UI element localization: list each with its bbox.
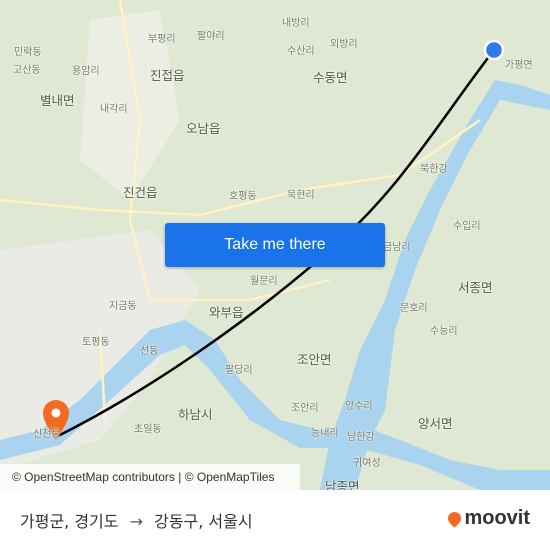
map-place-label: 초일동: [134, 424, 162, 435]
map-place-label: 외방리: [330, 39, 358, 50]
arrow-right-icon: →: [129, 512, 143, 531]
map-place-label: 와부읍: [209, 305, 244, 320]
map-place-label: 민락동: [14, 47, 42, 58]
map-place-label: 진접읍: [150, 68, 185, 83]
map-place-label: 능내리: [311, 428, 339, 439]
map-place-label: 팔당리: [225, 365, 253, 376]
map-place-label: 귀여성: [353, 458, 381, 469]
route-title: 가평군, 경기도 → 강동구, 서울시: [20, 508, 253, 532]
map-place-label: 수동면: [313, 70, 348, 85]
map-place-label: 내각리: [100, 104, 128, 115]
origin-name: 가평군, 경기도: [20, 512, 119, 531]
map-place-label: 양서면: [418, 416, 453, 431]
map-place-label: 별내면: [40, 93, 75, 108]
map-place-label: 수산리: [287, 46, 315, 57]
map-place-label: 용암리: [72, 66, 100, 77]
map-place-label: 서종면: [458, 280, 493, 295]
map-place-label: 조안리: [291, 403, 319, 414]
map-place-label: 팔야리: [197, 31, 225, 42]
map-place-label: 지금동: [109, 301, 137, 312]
map-place-label: 진건읍: [123, 185, 158, 200]
origin-marker: [483, 39, 505, 61]
map-place-label: 오남읍: [186, 121, 221, 136]
take-me-there-button[interactable]: Take me there: [165, 223, 385, 267]
map-place-label: 묵현리: [287, 190, 315, 201]
map-place-label: 월문리: [250, 276, 278, 287]
map[interactable]: 내방리외방리 팔야리 부평리수산리 민락동고산동 용암리 진접읍 수동면별내면내각리오남읍진…: [0, 0, 550, 490]
moovit-pin-icon: [445, 509, 465, 528]
map-place-label: 남한강: [347, 432, 375, 443]
map-place-label: 북한강: [420, 164, 448, 175]
map-place-label: 가평면: [505, 60, 533, 71]
map-attribution[interactable]: © OpenStreetMap contributors | © OpenMap…: [0, 464, 300, 490]
map-place-label: 양수리: [345, 401, 373, 412]
map-place-label: 하남시: [178, 407, 213, 422]
map-place-label: 선동: [140, 346, 159, 357]
moovit-logo[interactable]: moovit: [445, 507, 530, 530]
map-place-label: 내방리: [282, 18, 310, 29]
destination-name: 강동구, 서울시: [154, 512, 253, 531]
footer: 가평군, 경기도 → 강동구, 서울시 moovit: [0, 490, 550, 550]
map-place-label: 수입리: [453, 221, 481, 232]
map-place-label: 문호리: [400, 303, 428, 314]
map-place-label: 부평리: [148, 34, 176, 45]
map-place-label: 고산동: [13, 65, 41, 76]
map-place-label: 신천동: [33, 429, 61, 440]
map-place-label: 수능리: [430, 326, 458, 337]
map-place-label: 조안면: [297, 352, 332, 367]
map-place-label: 호평동: [229, 191, 257, 202]
map-place-label: 토평동: [82, 337, 110, 348]
map-place-label: 금남리: [383, 242, 411, 253]
map-place-label: 남종면: [325, 479, 360, 490]
